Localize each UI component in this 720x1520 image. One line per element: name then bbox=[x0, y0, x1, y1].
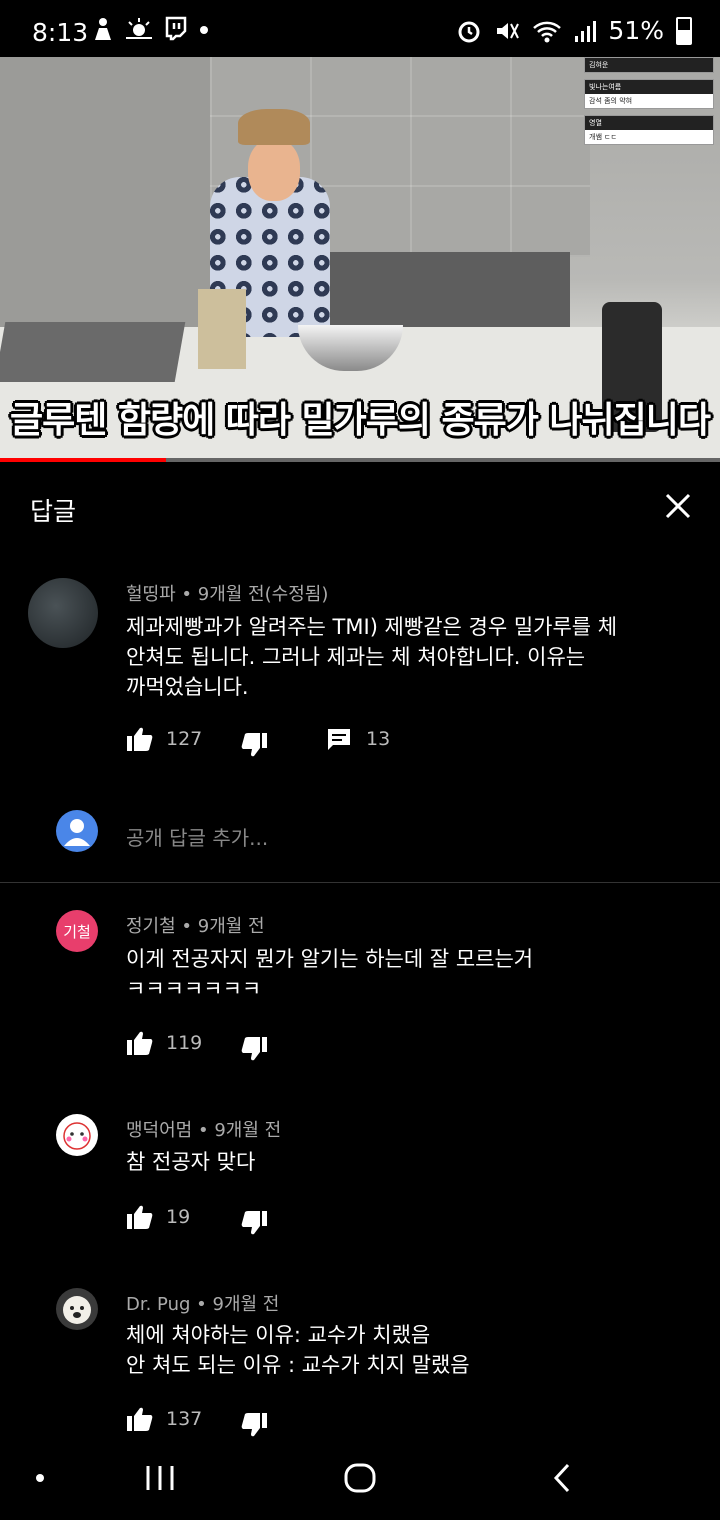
video-frame-flour-bag bbox=[198, 289, 246, 369]
comment-text: 이게 전공자지 뭔가 알기는 하는데 잘 모르는거 ㅋㅋㅋㅋㅋㅋㅋ bbox=[126, 947, 534, 1001]
chat-overlay-item: 영열 개쌤 ㄷㄷ bbox=[584, 115, 714, 145]
video-frame-cabinet bbox=[330, 252, 570, 332]
add-reply-input[interactable]: 공개 답글 추가... bbox=[126, 822, 268, 851]
like-button[interactable]: 19 bbox=[126, 1204, 190, 1230]
comment-author[interactable]: 헐띵파 bbox=[126, 584, 176, 605]
back-icon[interactable] bbox=[548, 1462, 578, 1494]
thumbs-down-icon bbox=[241, 1037, 267, 1061]
comment-time: 9개월 전 bbox=[197, 916, 265, 937]
battery-percent: 51% bbox=[608, 16, 664, 45]
battery-fill bbox=[678, 30, 690, 43]
avatar[interactable] bbox=[56, 1114, 98, 1156]
person-icon bbox=[95, 18, 111, 40]
mute-icon bbox=[497, 22, 520, 39]
video-subtitle: 글루텐 함량에 따라 밀가루의 종류가 나뉘집니다 bbox=[9, 400, 711, 441]
comment-author[interactable]: Dr. Pug bbox=[126, 1294, 190, 1315]
comment-icon bbox=[328, 729, 350, 750]
dislike-button[interactable] bbox=[240, 1210, 268, 1236]
like-button[interactable]: 127 bbox=[126, 726, 202, 752]
video-progress-bar[interactable] bbox=[0, 458, 720, 462]
thumbs-up-icon bbox=[127, 1031, 153, 1055]
signal-icon bbox=[575, 20, 597, 42]
comment-time: 9개월 전(수정됨) bbox=[197, 584, 329, 605]
thumbs-up-icon bbox=[127, 1407, 153, 1431]
close-button[interactable] bbox=[660, 488, 696, 524]
user-avatar bbox=[56, 810, 98, 852]
like-count: 19 bbox=[166, 1206, 191, 1228]
like-button[interactable]: 137 bbox=[126, 1406, 202, 1432]
avatar[interactable]: 기철 bbox=[56, 910, 98, 952]
video-progress-fill bbox=[0, 458, 166, 462]
like-button[interactable]: 119 bbox=[126, 1030, 202, 1056]
video-frame-person-hat bbox=[238, 109, 310, 145]
dot-icon bbox=[200, 26, 208, 34]
status-notification-icons bbox=[92, 16, 210, 42]
video-frame-stove bbox=[0, 322, 186, 382]
video-frame-wall bbox=[0, 57, 210, 357]
android-nav-bar bbox=[0, 1440, 720, 1520]
thumbs-down-icon bbox=[241, 733, 267, 757]
video-player[interactable]: 김혀운 빛나는여름 감석 좀의 약혀 영열 개쌤 ㄷㄷ 글루텐 함량에 따라 밀… bbox=[0, 57, 720, 462]
user-icon bbox=[64, 819, 90, 846]
comment-meta: Dr. Pug • 9개월 전 bbox=[126, 1290, 279, 1316]
dislike-button[interactable] bbox=[240, 1036, 268, 1062]
chat-overlay-item: 김혀운 bbox=[584, 57, 714, 73]
like-count: 137 bbox=[166, 1408, 203, 1430]
replies-button[interactable]: 13 bbox=[326, 726, 390, 752]
chat-overlay-name: 빛나는여름 bbox=[585, 80, 713, 94]
meta-separator: • bbox=[197, 1120, 215, 1141]
chat-overlay-name: 김혀운 bbox=[585, 58, 713, 72]
comment-meta: 맹덕어멈 • 9개월 전 bbox=[126, 1116, 281, 1142]
meta-separator: • bbox=[181, 916, 198, 937]
weather-sun-icon bbox=[126, 18, 152, 39]
divider bbox=[0, 882, 720, 883]
wifi-icon bbox=[533, 21, 562, 42]
comment-time: 9개월 전 bbox=[214, 1120, 282, 1141]
cartoon-character-icon bbox=[63, 1122, 91, 1150]
comment-text: 참 전공자 맞다 bbox=[126, 1150, 256, 1174]
thumbs-down-icon bbox=[241, 1211, 267, 1235]
close-icon bbox=[665, 493, 691, 519]
pug-icon bbox=[63, 1296, 91, 1324]
avatar[interactable] bbox=[28, 578, 98, 648]
comment-text: 제과제빵과가 알려주는 TMI) 제빵같은 경우 밀가루를 체 안쳐도 됩니다.… bbox=[126, 615, 618, 699]
meta-separator: • bbox=[196, 1294, 213, 1315]
nav-dot-icon bbox=[36, 1474, 44, 1482]
thumbs-down-icon bbox=[241, 1413, 267, 1437]
status-bar: 8:13 51% bbox=[0, 0, 720, 57]
avatar-initials: 기철 bbox=[63, 922, 91, 941]
reply-count: 13 bbox=[366, 728, 391, 750]
add-reply-row[interactable]: 공개 답글 추가... bbox=[0, 800, 720, 880]
comment-time: 9개월 전 bbox=[212, 1294, 280, 1315]
chat-overlay-name: 영열 bbox=[585, 116, 713, 130]
chat-overlay-message: 개쌤 ㄷㄷ bbox=[589, 133, 617, 141]
comment-meta: 정기철 • 9개월 전 bbox=[126, 912, 265, 938]
status-system-icons: 51% bbox=[456, 16, 692, 45]
thumbs-up-icon bbox=[127, 727, 153, 751]
recent-apps-icon[interactable] bbox=[142, 1462, 178, 1494]
home-icon[interactable] bbox=[342, 1462, 378, 1494]
thumbs-up-icon bbox=[127, 1205, 153, 1229]
chat-overlay-item: 빛나는여름 감석 좀의 약혀 bbox=[584, 79, 714, 109]
comment-author[interactable]: 맹덕어멈 bbox=[126, 1120, 192, 1141]
dislike-button[interactable] bbox=[240, 732, 268, 758]
avatar[interactable] bbox=[56, 1288, 98, 1330]
chat-overlay-message: 감석 좀의 약혀 bbox=[589, 97, 633, 105]
panel-title: 답글 bbox=[30, 497, 77, 526]
dislike-button[interactable] bbox=[240, 1412, 268, 1438]
stream-chat-overlay: 김혀운 빛나는여름 감석 좀의 약혀 영열 개쌤 ㄷㄷ bbox=[584, 57, 714, 151]
like-count: 119 bbox=[166, 1032, 203, 1054]
comment-meta: 헐띵파 • 9개월 전(수정됨) bbox=[126, 580, 328, 606]
alarm-icon bbox=[458, 21, 480, 42]
comment-text: 체에 쳐야하는 이유: 교수가 치랬음 안 쳐도 되는 이유 : 교수가 치지 … bbox=[126, 1323, 470, 1377]
meta-separator: • bbox=[181, 584, 198, 605]
comment-author[interactable]: 정기철 bbox=[126, 916, 176, 937]
like-count: 127 bbox=[166, 728, 203, 750]
video-frame-person-head bbox=[248, 139, 300, 201]
status-time: 8:13 bbox=[32, 18, 89, 47]
battery-icon bbox=[676, 16, 692, 45]
twitch-icon bbox=[165, 16, 187, 41]
